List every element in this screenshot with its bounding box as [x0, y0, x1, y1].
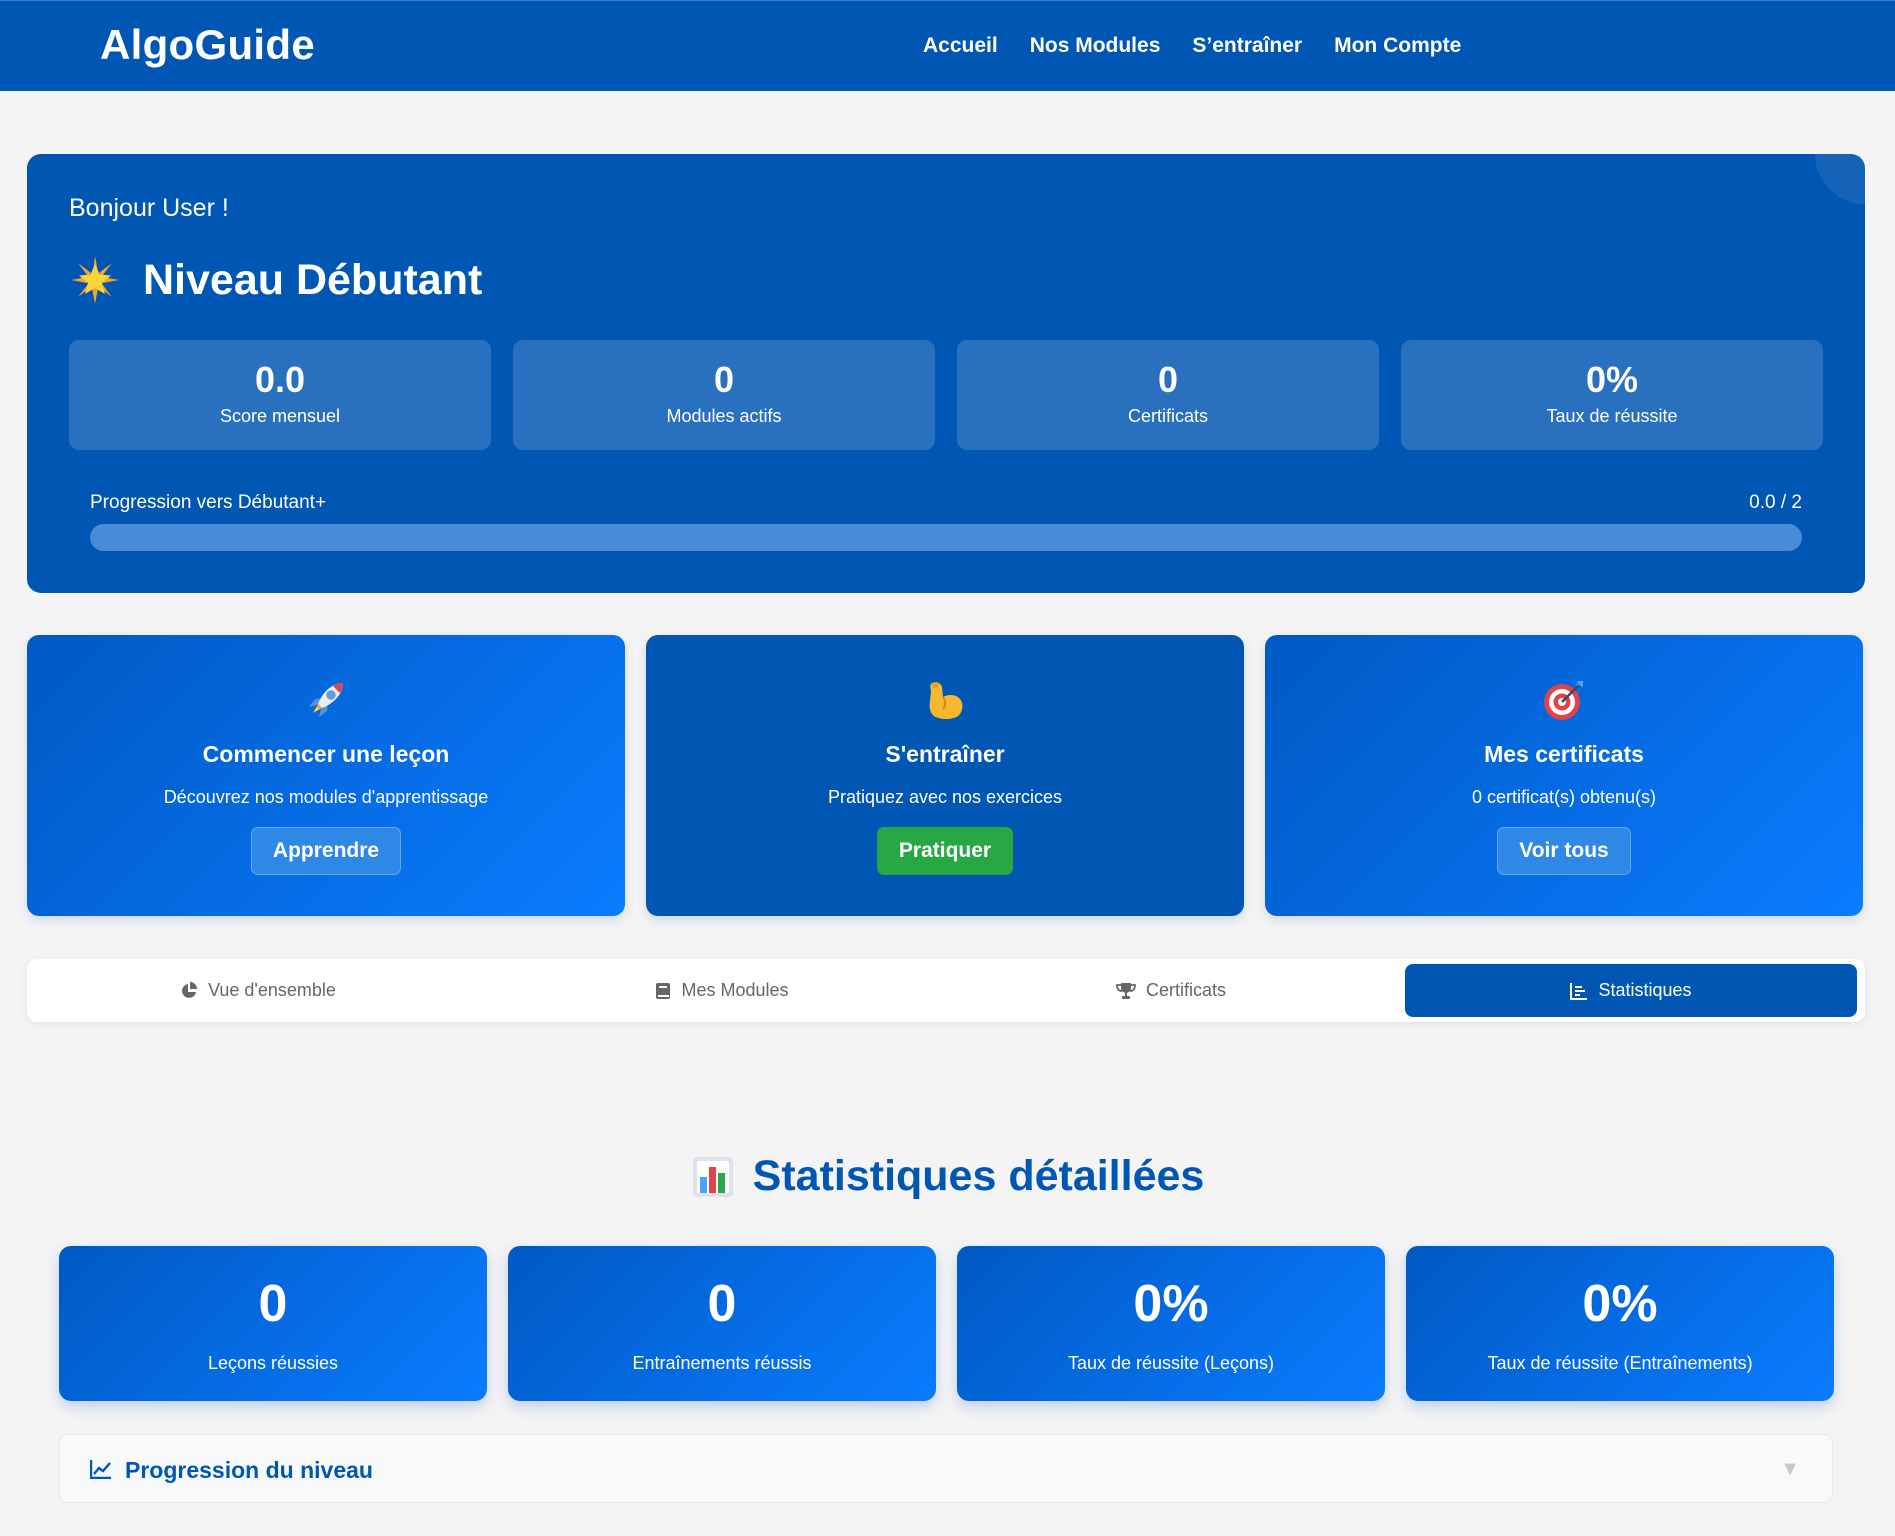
tab-label: Certificats [1145, 980, 1226, 1000]
dashboard-tabs: Vue d'ensemble Mes Modules Certificats S… [27, 959, 1865, 1022]
accordion-title: Progression du niveau [125, 1457, 373, 1483]
pie-chart-icon [182, 981, 198, 998]
action-description: 0 certificat(s) obtenu(s) [1471, 787, 1657, 807]
voir-tous-button[interactable]: Voir tous [1497, 827, 1631, 875]
stat-card-value: 0 [258, 1275, 288, 1333]
action-description: Pratiquez avec nos exercices [827, 787, 1063, 807]
action-card-practice: S'entraîner Pratiquez avec nos exercices… [646, 635, 1244, 916]
stat-label: Taux de réussite [1546, 405, 1678, 426]
stat-value: 0% [1585, 359, 1639, 400]
action-title: S'entraîner [885, 741, 1005, 767]
greeting: Bonjour User ! [69, 194, 229, 222]
flexed-biceps-icon [929, 682, 963, 719]
tab-statistiques[interactable]: Statistiques [1405, 964, 1857, 1017]
trophy-icon [1116, 982, 1136, 999]
action-title: Mes certificats [1484, 741, 1644, 767]
nav-links: Accueil Nos Modules S’entraîner Mon Comp… [923, 34, 1461, 58]
stat-label: Score mensuel [219, 405, 341, 426]
stat-value: 0 [1157, 359, 1179, 400]
target-icon [1544, 681, 1583, 720]
line-chart-icon [90, 1460, 111, 1479]
stat-card-label: Entraînements réussis [632, 1353, 812, 1373]
progression-accordion[interactable]: Progression du niveau ▼ [59, 1434, 1833, 1503]
stat-card-lecons: 0 Leçons réussies [59, 1246, 487, 1401]
statistics-heading: Statistiques détaillées [0, 1152, 1895, 1201]
stat-card-value: 0% [1582, 1275, 1658, 1333]
level-title: Niveau Débutant [143, 255, 483, 304]
tab-certificats[interactable]: Certificats [945, 964, 1397, 1017]
tab-label: Mes Modules [681, 980, 789, 1000]
bar-chart-emoji-icon [692, 1156, 733, 1197]
tab-vue-ensemble[interactable]: Vue d'ensemble [32, 964, 484, 1017]
progress-label: Progression vers Débutant+ [90, 492, 327, 513]
stat-value: 0.0 [254, 359, 306, 400]
stat-card-value: 0 [707, 1275, 737, 1333]
brand-logo[interactable]: AlgoGuide [100, 21, 315, 69]
stat-modules-actifs: 0 Modules actifs [513, 340, 935, 450]
navbar: AlgoGuide Accueil Nos Modules S’entraîne… [0, 0, 1895, 91]
tab-mes-modules[interactable]: Mes Modules [496, 964, 948, 1017]
rocket-icon [309, 683, 343, 717]
decorative-circle [1815, 154, 1865, 204]
action-card-lesson: Commencer une leçon Découvrez nos module… [27, 635, 625, 916]
nav-link-mon-compte[interactable]: Mon Compte [1334, 34, 1461, 58]
stat-card-taux-entrainements: 0% Taux de réussite (Entraînements) [1406, 1246, 1834, 1401]
stat-value: 0 [713, 359, 735, 400]
nav-link-accueil[interactable]: Accueil [923, 34, 998, 58]
stat-card-label: Leçons réussies [207, 1353, 339, 1373]
hero-stats: 0.0 Score mensuel 0 Modules actifs 0 Cer… [69, 340, 1823, 450]
stat-score-mensuel: 0.0 Score mensuel [69, 340, 491, 450]
action-title: Commencer une leçon [202, 741, 450, 767]
action-card-certificates: Mes certificats 0 certificat(s) obtenu(s… [1265, 635, 1863, 916]
progress-value: 0.0 / 2 [1749, 492, 1802, 513]
stat-card-value: 0% [1133, 1275, 1209, 1333]
stat-taux-reussite: 0% Taux de réussite [1401, 340, 1823, 450]
tab-label: Vue d'ensemble [208, 980, 336, 1000]
action-description: Découvrez nos modules d'apprentissage [163, 787, 489, 807]
quick-actions: Commencer une leçon Découvrez nos module… [27, 635, 1863, 916]
stat-card-label: Taux de réussite (Entraînements) [1487, 1353, 1753, 1373]
hero-panel: Bonjour User ! Niveau Débutant 0.0 Score… [27, 154, 1865, 593]
stat-label: Modules actifs [666, 405, 782, 426]
statistics-cards: 0 Leçons réussies 0 Entraînements réussi… [59, 1246, 1834, 1401]
stat-label: Certificats [1127, 405, 1208, 426]
stat-card-entrainements: 0 Entraînements réussis [508, 1246, 936, 1401]
level-heading: Niveau Débutant [69, 254, 482, 306]
chevron-down-icon[interactable]: ▼ [1780, 1458, 1800, 1481]
nav-link-nos-modules[interactable]: Nos Modules [1030, 34, 1161, 58]
level-progress-bar [90, 524, 1802, 551]
pratiquer-button[interactable]: Pratiquer [876, 827, 1014, 875]
stat-certificats: 0 Certificats [957, 340, 1379, 450]
book-icon [656, 982, 671, 999]
nav-link-sentrainer[interactable]: S’entraîner [1192, 34, 1302, 58]
tab-label: Statistiques [1598, 980, 1692, 1000]
apprendre-button[interactable]: Apprendre [250, 827, 402, 875]
star-icon [71, 256, 119, 304]
bar-chart-icon [1570, 982, 1588, 1000]
statistics-title: Statistiques détaillées [752, 1152, 1205, 1200]
stat-card-taux-lecons: 0% Taux de réussite (Leçons) [957, 1246, 1385, 1401]
stat-card-label: Taux de réussite (Leçons) [1067, 1353, 1275, 1373]
